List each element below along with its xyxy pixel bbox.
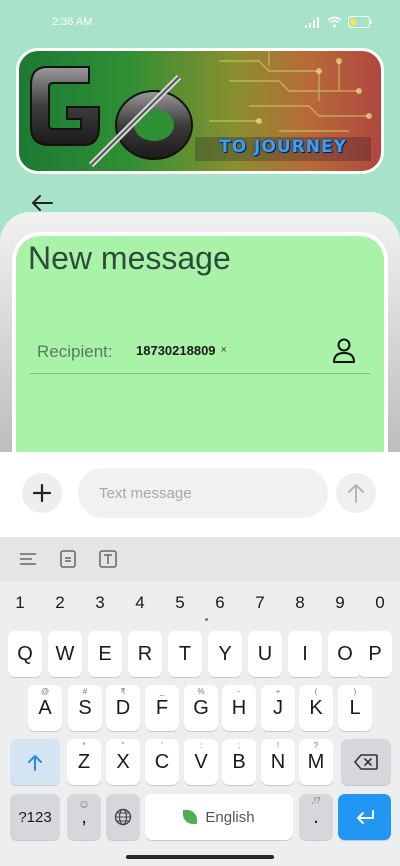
key-t[interactable]: T [168,631,202,677]
key-x[interactable]: " X [106,739,140,785]
add-attachment-button[interactable] [22,473,62,513]
key-g[interactable]: % G [184,685,218,731]
signal-icon [305,16,319,28]
message-input[interactable] [78,468,328,518]
key-1[interactable]: 1 [0,589,40,617]
key-k[interactable]: (K [299,685,333,731]
menu-icon[interactable] [18,549,38,569]
key-o[interactable]: O [328,631,362,677]
key-l[interactable]: ) L [338,685,372,731]
enter-icon [356,810,374,824]
key-c[interactable]: ' C [145,739,179,785]
key-b[interactable]: ; B [222,739,256,785]
key-d[interactable]: ₹ D [106,685,140,731]
backspace-key[interactable] [341,739,391,785]
period-key[interactable]: ,!? . [299,794,333,840]
go-logo [30,66,193,168]
clipboard-icon[interactable] [58,549,78,569]
emoji-icon: ☺ [77,797,91,811]
key-4[interactable]: 4 [120,589,160,617]
key-z[interactable]: * Z [67,739,101,785]
recipient-divider [30,373,370,374]
home-indicator[interactable] [126,855,274,859]
shift-arrow-icon [28,755,42,771]
key-n[interactable]: ! N [261,739,295,785]
page-indicator-dot [205,618,208,621]
key-q[interactable]: Q [8,631,42,677]
comma-key[interactable]: ☺ , [67,794,101,840]
battery-icon [348,16,372,28]
key-e[interactable]: E [88,631,122,677]
key-u[interactable]: U [248,631,282,677]
key-6[interactable]: 6 [200,589,240,617]
leaf-icon [183,810,198,824]
keyboard-toolbar [0,537,400,581]
key-h[interactable]: -H [222,685,256,731]
globe-icon [114,808,132,826]
key-0[interactable]: 0 [360,589,400,617]
key-8[interactable]: 8 [280,589,320,617]
contact-picker-button[interactable] [332,338,356,364]
key-i[interactable]: I [288,631,322,677]
send-button[interactable] [336,473,376,513]
symbols-key[interactable]: ?123 [10,794,60,840]
status-time: 2:36 AM [52,16,93,28]
backspace-icon [354,754,378,770]
key-2[interactable]: 2 [40,589,80,617]
key-5[interactable]: 5 [160,589,200,617]
key-9[interactable]: 9 [320,589,360,617]
recipient-chip[interactable]: 18730218809 × [128,338,235,362]
plus-icon [33,484,51,502]
space-key[interactable]: English [145,794,293,840]
banner-tagline: TO JOURNEY [195,137,371,161]
text-icon[interactable] [98,549,118,569]
key-w[interactable]: W [48,631,82,677]
key-3[interactable]: 3 [80,589,120,617]
page-title: New message [28,240,231,276]
close-icon[interactable]: × [221,344,227,356]
language-key[interactable] [106,794,140,840]
wifi-icon [327,16,342,28]
key-s[interactable]: # S [68,685,102,731]
key-a[interactable]: @ A [28,685,62,731]
shift-key[interactable] [10,739,60,785]
recipient-label: Recipient: [37,342,113,361]
key-y[interactable]: Y [208,631,242,677]
key-j[interactable]: + J [261,685,295,731]
key-v[interactable]: :V [184,739,218,785]
person-icon [333,338,355,363]
recipient-chip-value: 18730218809 [136,342,216,358]
key-r[interactable]: R [128,631,162,677]
key-p[interactable]: P [358,631,392,677]
key-m[interactable]: ? M [299,739,333,785]
enter-key[interactable] [338,794,391,840]
key-f[interactable]: _ F [145,685,179,731]
key-7[interactable]: 7 [240,589,280,617]
arrow-up-icon [348,484,364,503]
status-bar: 2:36 AM [0,0,400,44]
go-to-journey-banner: TO JOURNEY [16,48,384,174]
